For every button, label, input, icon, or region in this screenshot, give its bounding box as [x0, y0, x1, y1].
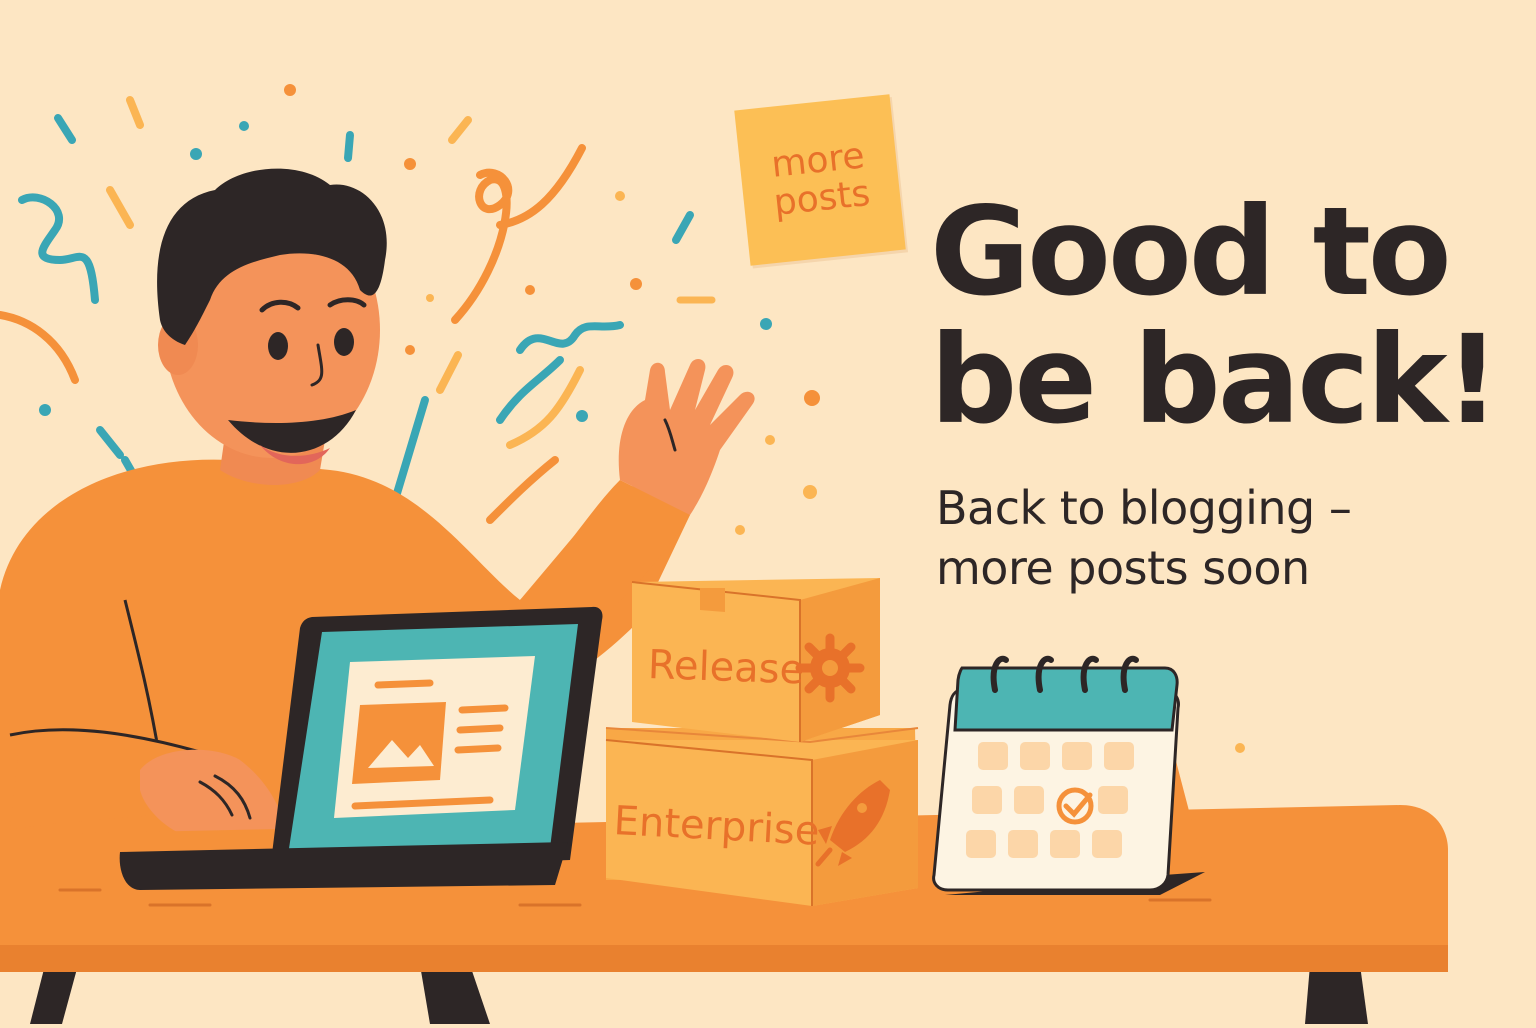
- subheadline-line2: more posts soon: [936, 541, 1310, 595]
- sticky-note: more posts: [734, 94, 906, 266]
- box-label-release: Release: [647, 642, 805, 693]
- subheadline: Back to blogging – more posts soon: [936, 478, 1496, 598]
- box-stack: Release Enterprise: [605, 578, 919, 906]
- headline-line1: Good to: [930, 181, 1452, 323]
- gear-icon: [795, 633, 865, 703]
- sticky-note-line2: posts: [771, 172, 873, 224]
- calendar: [932, 655, 1205, 895]
- subheadline-line1: Back to blogging –: [936, 481, 1352, 535]
- headline-line2: be back!: [930, 309, 1500, 451]
- headline: Good to be back!: [930, 181, 1500, 451]
- image-icon: [352, 702, 446, 784]
